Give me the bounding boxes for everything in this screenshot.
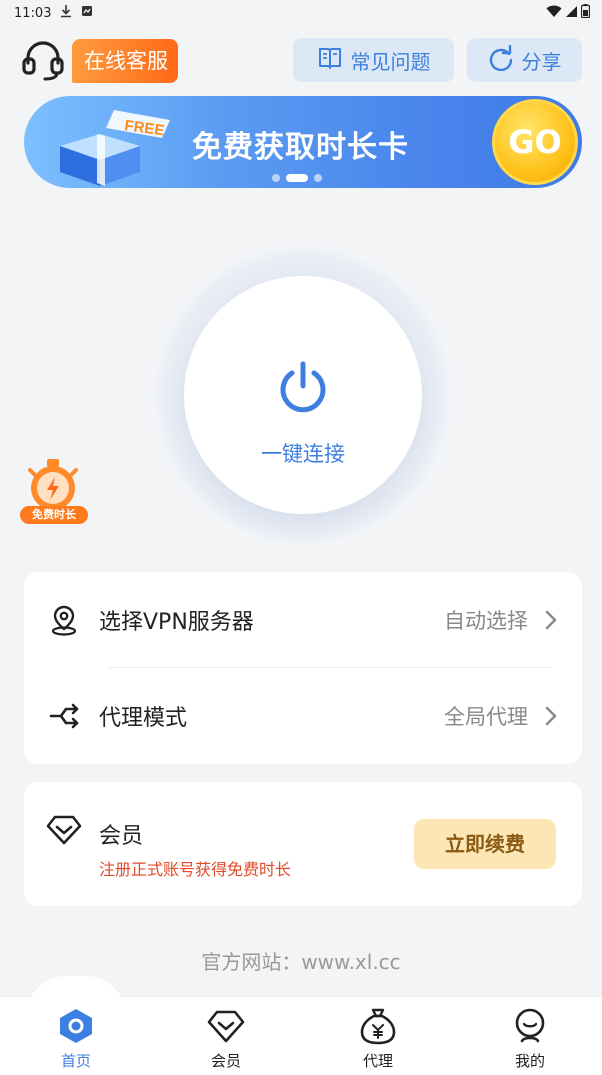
- official-website[interactable]: 官方网站：www.xl.cc: [0, 946, 602, 975]
- nav-home-label: 首页: [60, 1052, 91, 1070]
- profile-icon: [515, 1008, 545, 1043]
- notification-icon: [81, 5, 93, 21]
- route-switch-icon: [49, 703, 79, 729]
- nav-agent[interactable]: 代理: [328, 996, 428, 1075]
- chevron-right-icon: [545, 706, 557, 726]
- connect-label: 一键连接: [261, 442, 345, 466]
- member-subtitle: 注册正式账号获得免费时长: [99, 860, 292, 879]
- share-icon: [488, 44, 514, 76]
- member-title: 会员: [99, 824, 144, 849]
- share-label: 分享: [521, 49, 562, 74]
- diamond-icon: [46, 815, 82, 845]
- free-time-badge[interactable]: 免费时长: [20, 506, 88, 524]
- signal-icon: [565, 5, 578, 22]
- nav-profile[interactable]: 我的: [480, 996, 580, 1075]
- download-icon: [59, 4, 73, 22]
- settings-card: 选择VPN服务器 自动选择 代理模式 全局代理: [24, 572, 582, 764]
- pager-dot-active[interactable]: [286, 174, 308, 182]
- faq-label: 常见问题: [350, 49, 431, 74]
- customer-service-label: 在线客服: [72, 39, 178, 83]
- banner-title: 免费获取时长卡: [192, 130, 409, 165]
- faq-button[interactable]: 常见问题: [293, 38, 454, 82]
- pager-dot[interactable]: [314, 174, 322, 182]
- nav-profile-label: 我的: [514, 1052, 545, 1070]
- pager-dot[interactable]: [272, 174, 280, 182]
- battery-icon: [580, 4, 591, 22]
- proxy-mode-label: 代理模式: [99, 706, 188, 731]
- nav-member-label: 会员: [210, 1052, 241, 1070]
- banner-go-button[interactable]: GO: [492, 99, 578, 185]
- book-icon: [317, 45, 343, 76]
- member-card: 会员 注册正式账号获得免费时长 立即续费: [24, 782, 582, 906]
- nav-agent-label: 代理: [362, 1052, 393, 1070]
- chevron-right-icon: [545, 610, 557, 630]
- status-bar: 11:03: [0, 0, 602, 26]
- proxy-mode-row[interactable]: 代理模式 全局代理: [24, 668, 582, 764]
- nav-home[interactable]: 首页: [26, 996, 126, 1075]
- server-select-value: 自动选择: [444, 609, 528, 633]
- top-bar: 在线客服 常见问题 分享: [0, 36, 602, 86]
- banner-pager: [272, 174, 322, 182]
- server-select-label: 选择VPN服务器: [99, 610, 254, 635]
- status-time: 11:03: [14, 5, 52, 21]
- banner-go-label: GO: [508, 123, 562, 161]
- proxy-mode-value: 全局代理: [444, 705, 528, 729]
- money-bag-icon: [360, 1008, 396, 1045]
- gift-box-icon: FREE: [60, 110, 170, 186]
- power-icon: [280, 361, 326, 413]
- location-pin-icon: [51, 605, 77, 636]
- nav-member[interactable]: 会员: [176, 996, 276, 1075]
- promo-banner[interactable]: FREE 免费获取时长卡 GO: [24, 96, 582, 188]
- headset-icon: [20, 38, 66, 84]
- wifi-icon: [546, 5, 562, 22]
- renew-button[interactable]: 立即续费: [414, 819, 556, 869]
- customer-service-button[interactable]: 在线客服: [20, 38, 178, 84]
- diamond-icon: [207, 1010, 245, 1043]
- share-button[interactable]: 分享: [467, 38, 582, 82]
- home-icon: [60, 1009, 92, 1043]
- server-select-row[interactable]: 选择VPN服务器 自动选择: [24, 572, 582, 668]
